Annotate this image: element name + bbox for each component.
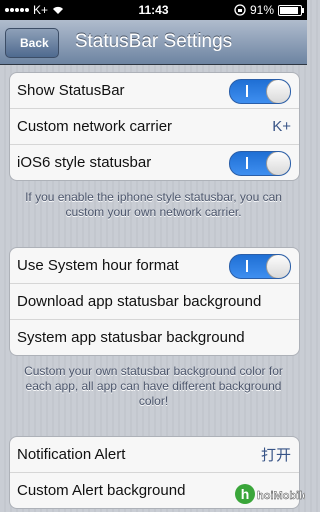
carrier-value: K+ xyxy=(272,118,291,135)
row-ios6-style-statusbar[interactable]: iOS6 style statusbar xyxy=(10,144,299,180)
row-label: Custom network carrier xyxy=(17,118,173,135)
row-label: Download app statusbar background xyxy=(17,293,262,310)
orientation-lock-icon xyxy=(234,4,246,16)
row-download-app-background[interactable]: Download app statusbar background xyxy=(10,283,299,319)
row-label: Notification Alert xyxy=(17,446,126,463)
row-label: Custom Alert background xyxy=(17,482,186,499)
row-notification-alert[interactable]: Notification Alert 打开 xyxy=(10,437,299,472)
row-label: Show StatusBar xyxy=(17,82,125,99)
battery-icon xyxy=(278,4,304,16)
ios6-style-toggle[interactable] xyxy=(229,151,291,176)
status-bar-right: 91% xyxy=(234,3,304,17)
watermark-logo: h hoiMobile xyxy=(235,484,305,504)
battery-percent: 91% xyxy=(249,3,274,17)
row-custom-network-carrier[interactable]: Custom network carrier K+ xyxy=(10,108,299,144)
note-carrier: If you enable the iphone style statusbar… xyxy=(25,190,282,219)
system-hour-toggle[interactable] xyxy=(229,254,291,279)
navigation-bar: Back StatusBar Settings xyxy=(0,20,307,65)
row-show-statusbar[interactable]: Show StatusBar xyxy=(10,73,299,108)
svg-text:h: h xyxy=(241,486,250,502)
row-system-app-background[interactable]: System app statusbar background xyxy=(10,319,299,355)
svg-text:hoiMobile: hoiMobile xyxy=(257,490,305,502)
row-label: System app statusbar background xyxy=(17,329,245,346)
row-label: Use System hour format xyxy=(17,257,179,274)
row-label: iOS6 style statusbar xyxy=(17,154,152,171)
note-background: Custom your own statusbar background col… xyxy=(24,364,283,408)
notification-alert-value: 打开 xyxy=(260,447,291,464)
settings-group-statusbar: Show StatusBar Custom network carrier K+… xyxy=(9,72,300,181)
row-system-hour-format[interactable]: Use System hour format xyxy=(10,248,299,283)
show-statusbar-toggle[interactable] xyxy=(229,79,291,104)
status-bar: K+ 11:43 91% xyxy=(0,0,307,20)
settings-group-background: Use System hour format Download app stat… xyxy=(9,247,300,356)
page-title: StatusBar Settings xyxy=(74,31,233,52)
